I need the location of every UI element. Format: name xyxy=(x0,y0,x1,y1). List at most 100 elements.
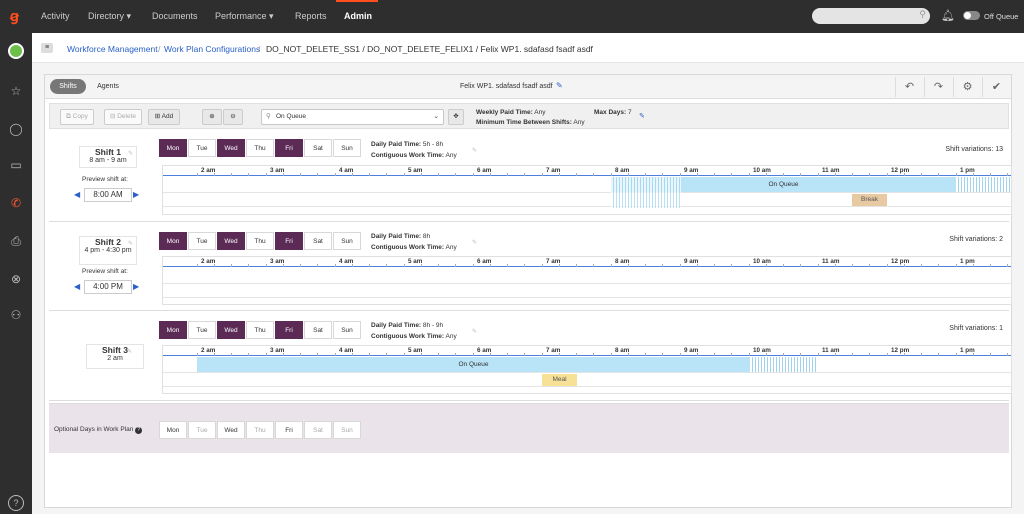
day-sun[interactable]: Sun xyxy=(333,139,361,157)
optional-day-tue[interactable]: Tue xyxy=(188,421,216,439)
day-wed[interactable]: Wed xyxy=(217,139,245,157)
edit-icon[interactable]: ✎ xyxy=(472,147,477,154)
day-tue[interactable]: Tue xyxy=(188,139,216,157)
optional-day-fri[interactable]: Fri xyxy=(275,421,303,439)
save-button[interactable]: ✔ xyxy=(982,77,1010,97)
zoom-in-button[interactable]: ⊕ xyxy=(202,109,222,125)
delete-button[interactable]: ⊟ Delete xyxy=(104,109,142,125)
hour-tick xyxy=(697,264,698,267)
avatar[interactable] xyxy=(8,43,24,59)
day-thu[interactable]: Thu xyxy=(246,321,274,339)
copy-button[interactable]: ⧉ Copy xyxy=(60,109,94,125)
arrow-right-icon[interactable]: ▶ xyxy=(133,190,139,199)
edit-icon[interactable]: ✎ xyxy=(128,240,133,247)
day-sat[interactable]: Sat xyxy=(304,321,332,339)
settings-button[interactable]: ⚙ xyxy=(953,77,981,97)
users-icon[interactable]: ⚇ xyxy=(8,307,24,323)
day-sun[interactable]: Sun xyxy=(333,321,361,339)
breadcrumb-work-plan-configurations[interactable]: Work Plan Configurations xyxy=(164,44,260,54)
breadcrumb-workforce-management[interactable]: Workforce Management xyxy=(67,44,158,54)
day-tue[interactable]: Tue xyxy=(188,232,216,250)
video-icon[interactable]: ▭ xyxy=(8,157,24,173)
support-icon[interactable]: ⊗ xyxy=(8,271,24,287)
star-icon[interactable]: ☆ xyxy=(8,83,24,99)
timeline-divider xyxy=(163,297,1011,298)
tab-agents[interactable]: Agents xyxy=(89,79,127,94)
edit-icon[interactable]: ✎ xyxy=(556,81,563,90)
nav-directory[interactable]: Directory ▾ xyxy=(88,11,131,22)
hour-tick xyxy=(852,264,853,267)
hour-tick xyxy=(300,264,301,267)
meal-block[interactable]: Meal xyxy=(542,374,577,386)
optional-day-sat[interactable]: Sat xyxy=(304,421,332,439)
day-wed[interactable]: Wed xyxy=(217,232,245,250)
nav-performance[interactable]: Performance ▾ xyxy=(215,11,274,22)
shift-timeline: 2 am 3 am 4 am 5 am 6 am 7 am 8 am 9 am 10 am 11 … xyxy=(162,256,1012,305)
optional-day-mon[interactable]: Mon xyxy=(159,421,187,439)
bell-icon[interactable]: 🔔︎ xyxy=(941,9,955,22)
hour-tick xyxy=(783,264,784,267)
day-mon[interactable]: Mon xyxy=(159,232,187,250)
edit-icon[interactable]: ✎ xyxy=(472,328,477,335)
nav-activity[interactable]: Activity xyxy=(41,11,70,21)
app-logo-icon[interactable]: ꞡ xyxy=(10,8,24,24)
hour-tick xyxy=(473,173,474,176)
zoom-out-button[interactable]: ⊖ xyxy=(223,109,243,125)
day-wed[interactable]: Wed xyxy=(217,321,245,339)
chat-icon[interactable]: ◯ xyxy=(8,121,24,137)
shift-row: Shift 32 am ✎ Mon Tue Wed Thu Fri Sat Su… xyxy=(49,312,1012,401)
move-button[interactable]: ✥ xyxy=(448,109,464,125)
edit-icon[interactable]: ✎ xyxy=(639,112,645,120)
day-mon[interactable]: Mon xyxy=(159,321,187,339)
arrow-right-icon[interactable]: ▶ xyxy=(133,282,139,291)
hour-tick xyxy=(386,264,387,267)
edit-icon[interactable]: ✎ xyxy=(127,348,132,355)
menu-toggle-icon[interactable]: ≡ xyxy=(41,43,53,53)
day-tue[interactable]: Tue xyxy=(188,321,216,339)
day-fri[interactable]: Fri xyxy=(275,139,303,157)
undo-button[interactable]: ↶ xyxy=(895,77,923,97)
hour-tick xyxy=(386,353,387,356)
nav-documents[interactable]: Documents xyxy=(152,11,198,21)
nav-admin[interactable]: Admin xyxy=(344,11,372,21)
day-mon[interactable]: Mon xyxy=(159,139,187,157)
hour-tick xyxy=(990,353,991,356)
hour-tick xyxy=(317,264,318,267)
day-fri[interactable]: Fri xyxy=(275,232,303,250)
on-queue-block[interactable]: On Queue xyxy=(197,357,750,372)
preview-time-input[interactable]: 8:00 AM xyxy=(84,188,132,202)
redo-button[interactable]: ↷ xyxy=(924,77,952,97)
activity-select[interactable]: ⚲ On Queue ⌄ xyxy=(261,109,444,125)
optional-day-wed[interactable]: Wed xyxy=(217,421,245,439)
phone-icon[interactable]: ✆ xyxy=(8,195,24,211)
day-sat[interactable]: Sat xyxy=(304,139,332,157)
optional-day-sun[interactable]: Sun xyxy=(333,421,361,439)
help-icon[interactable]: ? xyxy=(135,427,143,434)
day-thu[interactable]: Thu xyxy=(246,232,274,250)
add-button[interactable]: ⊞ Add xyxy=(148,109,180,125)
hour-tick xyxy=(956,264,957,267)
help-icon[interactable]: ? xyxy=(8,495,24,511)
edit-icon[interactable]: ✎ xyxy=(472,239,477,246)
inbox-icon[interactable]: ⎙ xyxy=(8,233,24,249)
hour-tick xyxy=(887,173,888,176)
arrow-left-icon[interactable]: ◀ xyxy=(74,282,80,291)
optional-day-thu[interactable]: Thu xyxy=(246,421,274,439)
status-toggle[interactable] xyxy=(963,11,980,20)
nav-reports[interactable]: Reports xyxy=(295,11,327,21)
arrow-left-icon[interactable]: ◀ xyxy=(74,190,80,199)
preview-time-input[interactable]: 4:00 PM xyxy=(84,280,132,294)
day-sun[interactable]: Sun xyxy=(333,232,361,250)
edit-icon[interactable]: ✎ xyxy=(128,150,133,157)
day-sat[interactable]: Sat xyxy=(304,232,332,250)
day-fri[interactable]: Fri xyxy=(275,321,303,339)
shift-label[interactable]: Shift 32 am xyxy=(86,344,144,369)
hour-tick xyxy=(335,353,336,356)
break-block[interactable]: Break xyxy=(852,194,887,206)
tab-shifts[interactable]: Shifts xyxy=(50,79,86,94)
day-thu[interactable]: Thu xyxy=(246,139,274,157)
zoom-in-icon: ⊕ xyxy=(209,113,215,120)
hour-tick xyxy=(369,264,370,267)
hour-tick xyxy=(404,353,405,356)
global-search-input[interactable]: ⚲ xyxy=(812,8,930,24)
